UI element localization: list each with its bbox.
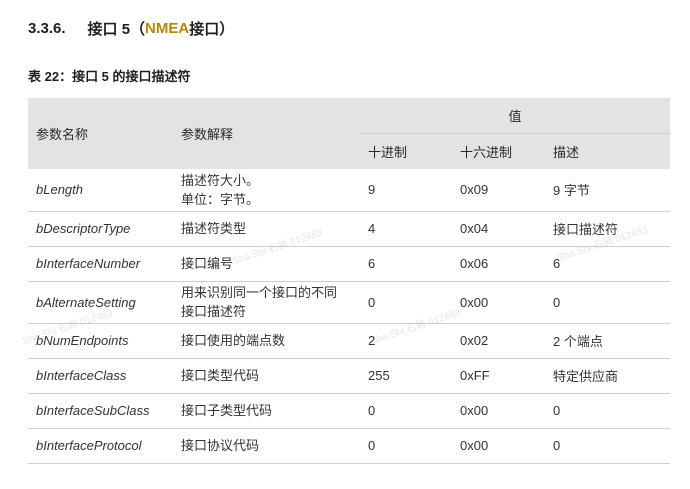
param-desc-cell: 接口协议代码: [173, 428, 360, 464]
param-name-cell: bAlternateSetting: [28, 281, 173, 324]
description-cell: 0: [545, 428, 670, 464]
param-desc-line: 接口子类型代码: [181, 403, 273, 418]
param-desc-cell: 接口编号: [173, 246, 360, 282]
header-value-group: 值: [360, 98, 670, 134]
header-param-name: 参数名称: [28, 98, 173, 169]
param-desc-line: 接口使用的端点数: [181, 333, 286, 348]
table-row: bDescriptorType 描述符类型 4 0x04 接口描述符: [28, 211, 670, 247]
table-row: bInterfaceSubClass 接口子类型代码 0 0x00 0: [28, 393, 670, 429]
param-desc-cell: 接口类型代码: [173, 358, 360, 394]
param-desc-line: 单位：字节。: [181, 191, 260, 207]
section-title-prefix: 接口 5（: [87, 21, 146, 38]
section-title-nmea: NMEA: [145, 20, 190, 37]
hex-cell: 0x09: [452, 169, 545, 212]
section-title-suffix: 接口）: [189, 21, 235, 38]
decimal-cell: 6: [360, 246, 452, 282]
header-param-desc: 参数解释: [173, 98, 360, 169]
param-desc-line: 接口类型代码: [181, 368, 260, 383]
description-cell: 6: [545, 246, 670, 282]
param-name-cell: bLength: [28, 169, 173, 212]
hex-cell: 0x02: [452, 323, 545, 359]
decimal-cell: 0: [360, 428, 452, 464]
param-desc-line: 接口编号: [181, 256, 234, 271]
param-desc-line: 描述符大小。: [181, 172, 260, 188]
param-name-cell: bInterfaceSubClass: [28, 393, 173, 429]
param-desc-line: 接口描述符: [181, 304, 247, 319]
hex-cell: 0x00: [452, 428, 545, 464]
description-cell: 2 个端点: [545, 323, 670, 359]
table-row: bNumEndpoints 接口使用的端点数 2 0x02 2 个端点: [28, 323, 670, 359]
hex-cell: 0x06: [452, 246, 545, 282]
section-number: 3.3.6.: [28, 20, 66, 37]
hex-cell: 0x00: [452, 281, 545, 324]
decimal-cell: 255: [360, 358, 452, 394]
decimal-cell: 9: [360, 169, 452, 212]
description-cell: 0: [545, 393, 670, 429]
description-cell: 9 字节: [545, 169, 670, 212]
param-name-cell: bNumEndpoints: [28, 323, 173, 359]
param-desc-cell: 描述符类型: [173, 211, 360, 247]
param-desc-cell: 用来识别同一个接口的不同 接口描述符: [173, 281, 360, 324]
table-row: bInterfaceClass 接口类型代码 255 0xFF 特定供应商: [28, 358, 670, 394]
param-name-cell: bDescriptorType: [28, 211, 173, 247]
description-cell: 0: [545, 281, 670, 324]
param-name-cell: bInterfaceNumber: [28, 246, 173, 282]
header-decimal: 十进制: [360, 133, 452, 169]
decimal-cell: 2: [360, 323, 452, 359]
decimal-cell: 4: [360, 211, 452, 247]
param-desc-cell: 接口使用的端点数: [173, 323, 360, 359]
table-caption: 表 22：接口 5 的接口描述符: [28, 69, 191, 84]
hex-cell: 0xFF: [452, 358, 545, 394]
descriptor-table: 参数名称 参数解释 值 十进制 十六进制 描述 bLength 描述符大小。 单位：…: [28, 98, 670, 464]
param-desc-line: 描述符类型: [181, 221, 247, 236]
table-header: 参数名称 参数解释 值 十进制 十六进制 描述: [28, 98, 670, 169]
param-desc-line: 用来识别同一个接口的不同: [181, 285, 338, 300]
hex-cell: 0x04: [452, 211, 545, 247]
decimal-cell: 0: [360, 393, 452, 429]
table-row: bInterfaceProtocol 接口协议代码 0 0x00 0: [28, 428, 670, 464]
table-row: bInterfaceNumber 接口编号 6 0x06 6: [28, 246, 670, 282]
description-cell: 特定供应商: [545, 358, 670, 394]
decimal-cell: 0: [360, 281, 452, 324]
hex-cell: 0x00: [452, 393, 545, 429]
param-desc-cell: 接口子类型代码: [173, 393, 360, 429]
param-desc-cell: 描述符大小。 单位：字节。: [173, 169, 360, 212]
param-name-cell: bInterfaceProtocol: [28, 428, 173, 464]
header-description: 描述: [545, 133, 670, 169]
table-body: bLength 描述符大小。 单位：字节。 9 0x09 9 字节 bDescriptorT…: [28, 169, 670, 464]
table-row: bAlternateSetting 用来识别同一个接口的不同 接口描述符 0 0x00 0: [28, 281, 670, 324]
param-desc-line: 接口协议代码: [181, 438, 260, 453]
description-cell: 接口描述符: [545, 211, 670, 247]
param-name-cell: bInterfaceClass: [28, 358, 173, 394]
section-heading: 3.3.6. 接口 5（ NMEA 接口）: [28, 18, 234, 39]
header-hex: 十六进制: [452, 133, 545, 169]
table-row: bLength 描述符大小。 单位：字节。 9 0x09 9 字节: [28, 169, 670, 212]
